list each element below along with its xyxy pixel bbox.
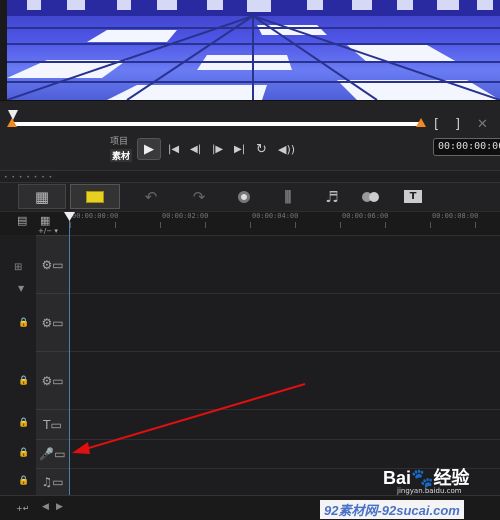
mix-audio-icon[interactable]: ⫼ <box>276 184 300 209</box>
trim-end-marker[interactable] <box>416 118 426 127</box>
lock-icon[interactable]: 🔒 <box>18 448 29 458</box>
clip-mode-label[interactable]: 素材 <box>110 149 133 162</box>
record-capture-icon[interactable] <box>232 184 256 209</box>
ruler-tick <box>160 222 161 228</box>
panel-resize-grip[interactable]: • • • • • • • <box>0 170 500 183</box>
auto-music-icon[interactable]: ♬ <box>320 184 344 209</box>
overlay-track-icon[interactable]: ⚙▭ <box>36 293 70 351</box>
watermark-jingyan: 经验 <box>433 468 470 488</box>
storyboard-view-icon[interactable]: ▦ <box>18 184 66 209</box>
watermark-sub: jingyan.baidu.com <box>397 487 462 495</box>
video-track-icon[interactable]: ⚙▭ <box>36 235 70 293</box>
ruler-label: 00:00:00:00 <box>72 212 119 220</box>
lock-icon[interactable]: 🔒 <box>18 418 29 428</box>
ruler-tick <box>250 222 251 228</box>
lock-icon[interactable]: 🔒 <box>18 318 29 328</box>
ruler-tick <box>430 222 431 228</box>
ruler-tick <box>475 222 476 228</box>
ruler-tick <box>205 222 206 228</box>
ruler-tick <box>115 222 116 228</box>
ruler-tick <box>340 222 341 228</box>
title-icon[interactable]: T <box>402 184 424 209</box>
scrubber-track[interactable] <box>12 122 422 126</box>
music-track-icon[interactable]: ♫▭ <box>36 468 70 495</box>
chevron-down-icon[interactable]: ▼ <box>18 284 24 293</box>
project-mode-label[interactable]: 项目 <box>110 134 128 147</box>
mark-out-button[interactable]: ] <box>455 115 460 133</box>
watermark-paw: 🐾 <box>411 468 434 488</box>
prev-frame-button[interactable]: ◀| <box>190 140 201 158</box>
annotation-arrow <box>72 383 306 454</box>
mark-in-button[interactable]: [ <box>434 115 439 133</box>
repeat-icon[interactable]: ↻ <box>256 140 267 158</box>
track-mode-toggle[interactable]: +/− ▾ <box>38 227 58 235</box>
undo-icon[interactable]: ↶ <box>140 184 162 209</box>
go-start-button[interactable]: |◀ <box>168 140 179 158</box>
watermark-brand: Bai <box>383 468 412 488</box>
multi-trim-icon[interactable] <box>356 184 384 209</box>
scroll-right-icon[interactable]: ▶ <box>56 502 63 512</box>
site-watermark: 92素材网-92sucai.com <box>320 500 464 519</box>
lock-icon[interactable]: 🔒 <box>18 376 29 386</box>
add-track-icon[interactable]: +↵ <box>16 504 29 513</box>
ruler-label: 00:00:04:00 <box>252 212 299 220</box>
ruler-tick <box>295 222 296 228</box>
ruler-label: 00:00:08:00 <box>432 212 479 220</box>
lock-icon[interactable]: 🔒 <box>18 476 29 486</box>
show-all-tracks-icon[interactable]: ▤ <box>17 214 27 227</box>
volume-icon[interactable]: ◀)) <box>278 140 295 158</box>
preview-screen <box>7 0 500 100</box>
ruler-label: 00:00:02:00 <box>162 212 209 220</box>
scroll-left-icon[interactable]: ◀ <box>42 502 49 512</box>
fit-project-icon[interactable]: ▦ <box>40 214 50 227</box>
redo-icon[interactable]: ↷ <box>188 184 210 209</box>
ruler-tick <box>70 222 71 228</box>
timeline-view-icon[interactable] <box>70 184 120 209</box>
ruler-tick <box>385 222 386 228</box>
track-manager-icon[interactable]: ⊞ <box>14 262 22 273</box>
next-frame-button[interactable]: |▶ <box>212 140 223 158</box>
ruler-label: 00:00:06:00 <box>342 212 389 220</box>
timecode-display[interactable]: 00:00:00:00 <box>433 138 500 156</box>
go-end-button[interactable]: ▶| <box>234 140 245 158</box>
play-button[interactable]: ▶ <box>137 138 161 160</box>
overlay-track-row[interactable] <box>36 293 500 351</box>
player-controls-panel <box>0 100 500 170</box>
trim-start-marker[interactable] <box>7 118 17 127</box>
cut-clip-icon[interactable]: ✕ <box>477 115 488 133</box>
video-track-row[interactable] <box>36 235 500 293</box>
